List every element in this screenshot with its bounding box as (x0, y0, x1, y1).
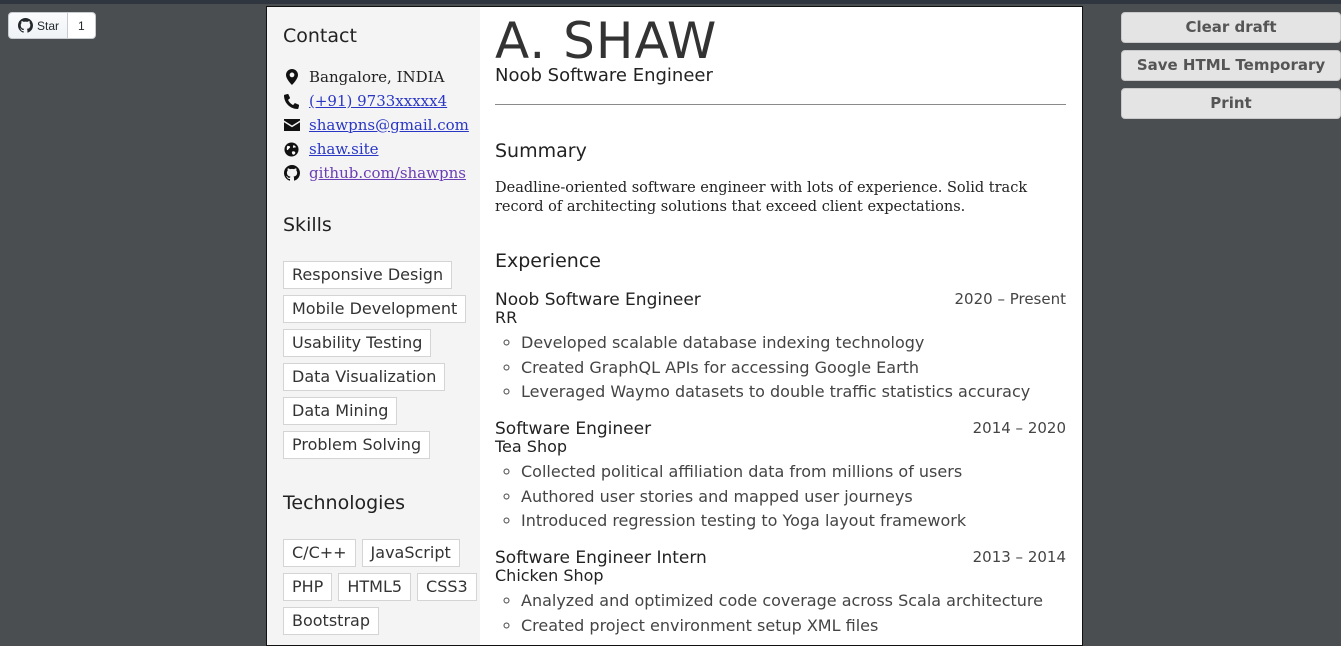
summary-text: Deadline-oriented software engineer with… (495, 180, 1028, 215)
phone-link[interactable]: (+91) 9733xxxxx4 (309, 92, 447, 110)
skill-tag: Data Visualization (283, 363, 446, 391)
skill-tag: Problem Solving (283, 431, 431, 459)
clear-draft-button[interactable]: Clear draft (1121, 12, 1341, 43)
technology-tag: JavaScript (361, 539, 460, 567)
job-company: Chicken Shop (495, 566, 604, 585)
contact-heading: Contact (283, 25, 357, 47)
job-entry: Software Engineer Tea Shop 2014 – 2020 C… (495, 419, 1066, 534)
contact-list: Bangalore, INDIA (+91) 9733xxxxx4 shawpn… (283, 65, 469, 185)
github-star-label: Star (37, 18, 60, 33)
github-icon (283, 165, 300, 182)
github-star-count[interactable]: 1 (68, 12, 96, 39)
technology-tag: HTML5 (338, 573, 412, 601)
envelope-icon (283, 117, 300, 134)
skill-tag: Mobile Development (283, 295, 467, 323)
contact-location: Bangalore, INDIA (283, 65, 469, 89)
technology-tags: C/C++ JavaScript PHP HTML5 CSS3 Bootstra… (283, 539, 478, 635)
job-entry: Software Engineer Intern Chicken Shop 20… (495, 548, 1066, 638)
location-text: Bangalore, INDIA (309, 68, 445, 86)
contact-email: shawpns@gmail.com (283, 113, 469, 137)
skill-tag: Responsive Design (283, 261, 453, 289)
job-bullet: Authored user stories and mapped user jo… (521, 485, 1066, 510)
job-bullets: Collected political affiliation data fro… (495, 460, 1066, 534)
skills-tags: Responsive Design Mobile Development Usa… (283, 261, 478, 459)
job-company: RR (495, 308, 518, 327)
job-bullet: Leveraged Waymo datasets to double traff… (521, 380, 1066, 405)
job-bullet: Introduced regression testing to Yoga la… (521, 509, 1066, 534)
save-html-button[interactable]: Save HTML Temporary (1121, 50, 1341, 81)
job-dates: 2014 – 2020 (972, 419, 1066, 437)
contact-phone: (+91) 9733xxxxx4 (283, 89, 469, 113)
header-divider (495, 104, 1066, 105)
technology-tag: Bootstrap (283, 607, 379, 635)
skill-tag: Usability Testing (283, 329, 432, 357)
github-star-button[interactable]: Star (8, 12, 69, 39)
github-icon (18, 18, 33, 33)
job-company: Tea Shop (495, 437, 568, 456)
technology-tag: PHP (283, 573, 333, 601)
job-bullet: Created project environment setup XML fi… (521, 614, 1066, 639)
technology-tag: CSS3 (417, 573, 477, 601)
resume-page: Contact Bangalore, INDIA (+91) 9733xxxxx… (266, 6, 1083, 646)
github-star-widget: Star 1 (8, 12, 96, 39)
job-dates: 2013 – 2014 (972, 548, 1066, 566)
technologies-heading: Technologies (283, 492, 406, 514)
job-entry: Noob Software Engineer RR 2020 – Present… (495, 290, 1066, 405)
summary-heading: Summary (495, 140, 587, 162)
globe-icon (283, 141, 300, 158)
action-panel: Clear draft Save HTML Temporary Print (1121, 12, 1341, 126)
experience-heading: Experience (495, 250, 601, 272)
top-bar (0, 0, 1341, 4)
job-bullets: Developed scalable database indexing tec… (495, 331, 1066, 405)
technology-tag: C/C++ (283, 539, 356, 567)
job-bullets: Analyzed and optimized code coverage acr… (495, 589, 1066, 638)
contact-website: shaw.site (283, 137, 469, 161)
github-link[interactable]: github.com/shawpns (309, 164, 466, 182)
resume-sidebar: Contact Bangalore, INDIA (+91) 9733xxxxx… (267, 7, 480, 645)
print-button[interactable]: Print (1121, 88, 1341, 119)
phone-icon (283, 93, 300, 110)
skills-heading: Skills (283, 214, 332, 236)
website-link[interactable]: shaw.site (309, 140, 379, 158)
job-bullet: Created GraphQL APIs for accessing Googl… (521, 356, 1066, 381)
resume-title: Noob Software Engineer (495, 65, 713, 86)
job-bullet: Developed scalable database indexing tec… (521, 331, 1066, 356)
job-dates: 2020 – Present (954, 290, 1067, 308)
map-marker-icon (283, 69, 300, 86)
email-link[interactable]: shawpns@gmail.com (309, 116, 469, 134)
contact-github: github.com/shawpns (283, 161, 469, 185)
resume-name: A. SHAW (495, 12, 718, 70)
job-bullet: Collected political affiliation data fro… (521, 460, 1066, 485)
job-bullet: Analyzed and optimized code coverage acr… (521, 589, 1066, 614)
skill-tag: Data Mining (283, 397, 398, 425)
